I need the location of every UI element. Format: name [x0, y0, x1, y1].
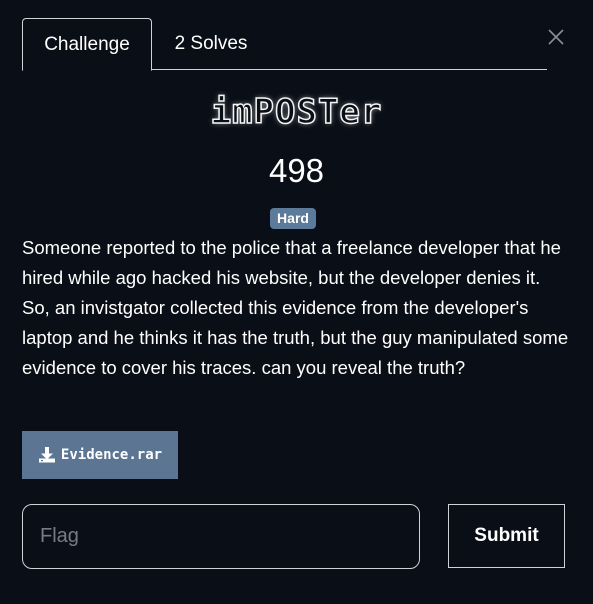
- flag-input[interactable]: [22, 504, 420, 569]
- challenge-name: imPOSTer: [210, 91, 383, 133]
- submit-button[interactable]: Submit: [448, 504, 565, 568]
- challenge-points: 498: [268, 152, 325, 189]
- tab-solves[interactable]: 2 Solves: [152, 18, 270, 70]
- download-icon: [38, 446, 56, 464]
- challenge-modal: Challenge 2 Solves imPOSTer 498 Hard Som…: [0, 0, 593, 604]
- file-name: Evidence.rar: [60, 447, 163, 463]
- close-button[interactable]: [545, 26, 567, 48]
- tab-challenge[interactable]: Challenge: [22, 18, 152, 71]
- download-evidence-button[interactable]: Evidence.rar: [22, 431, 178, 479]
- difficulty-badge: Hard: [270, 208, 316, 229]
- close-icon: [545, 26, 567, 48]
- challenge-description: Someone reported to the police that a fr…: [22, 237, 569, 378]
- tab-bar: Challenge 2 Solves: [22, 18, 547, 71]
